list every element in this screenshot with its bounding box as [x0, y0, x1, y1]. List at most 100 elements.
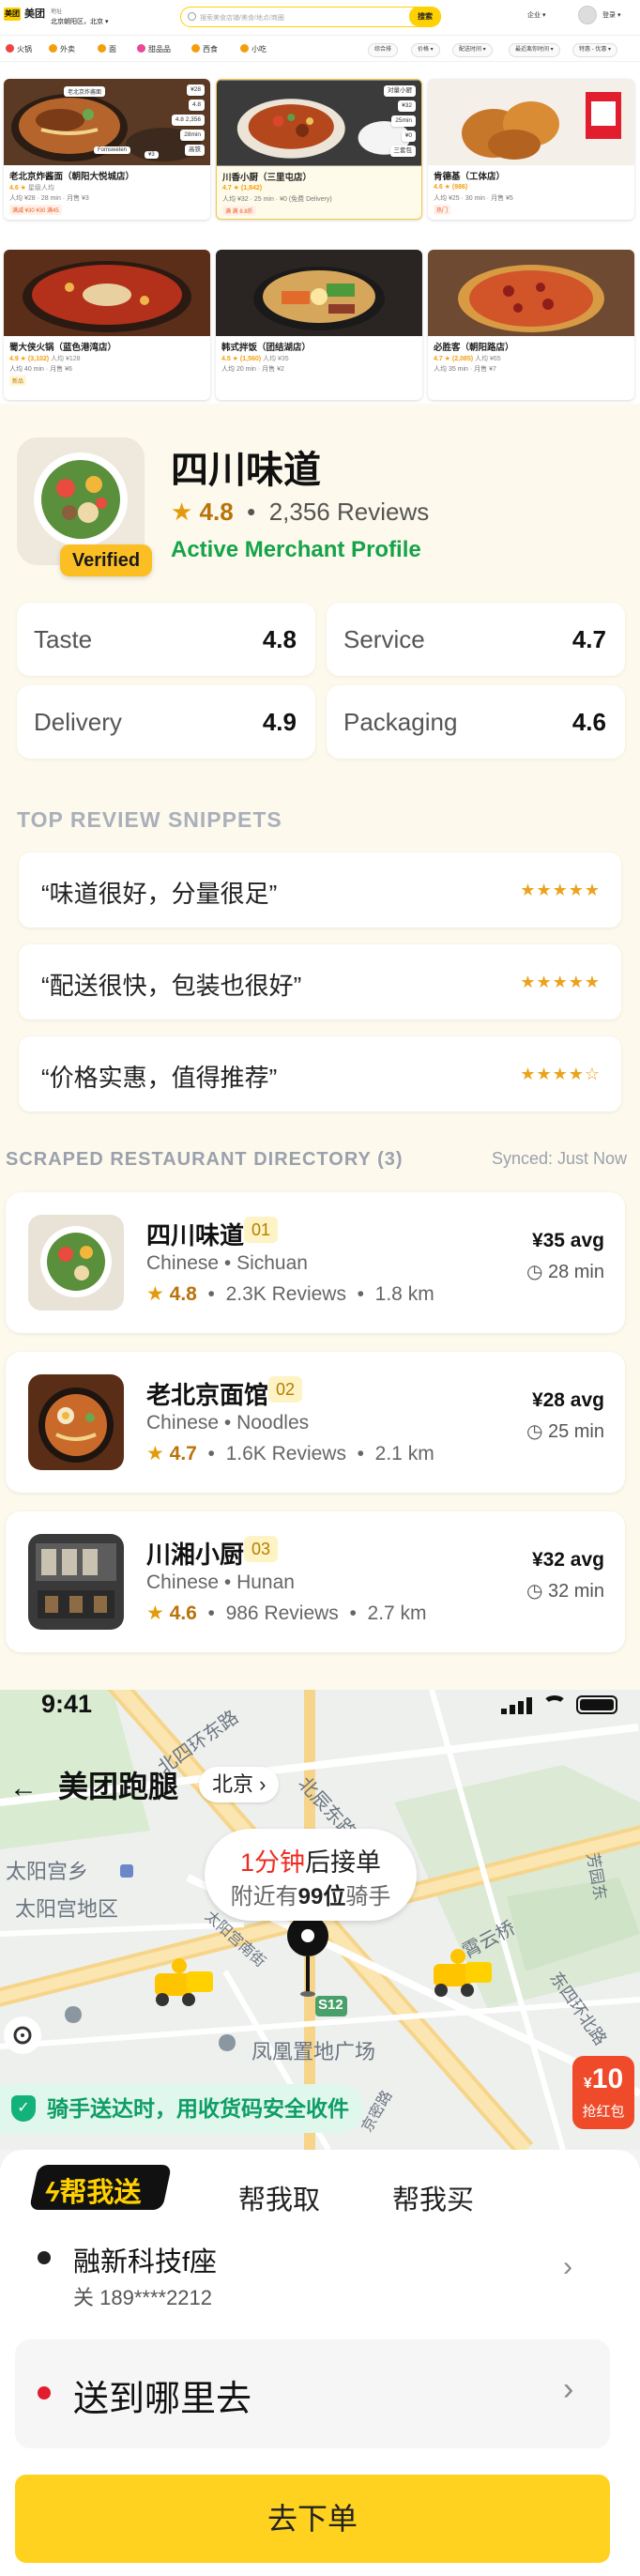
- map-place-label: 太阳宫乡: [6, 1860, 89, 1883]
- stat-taste: Taste 4.8: [17, 603, 315, 676]
- search-icon: [188, 12, 196, 21]
- destination-dot-icon: [38, 2386, 51, 2400]
- clock-icon: ◷: [526, 1262, 543, 1282]
- shield-check-icon: ✓: [11, 2095, 36, 2122]
- delivery-time: ◷ 28 min: [526, 1262, 604, 1282]
- filter-price[interactable]: 价格 ▾: [411, 43, 440, 57]
- errand-app-screen: 9:41 ← 美团跑腿 北京 › 北四环东路 北辰东路 太阳宫乡 太阳宫地区 芳…: [0, 1690, 640, 2576]
- category-noodles[interactable]: 面: [98, 44, 116, 54]
- clock-icon: ◷: [526, 1581, 543, 1602]
- tab-help-send[interactable]: ϟ帮我送: [45, 2170, 141, 2210]
- time-chip: 25min: [391, 115, 416, 127]
- filter-delivery-time[interactable]: 配送时间 ▾: [452, 43, 493, 57]
- restaurant-category: Chinese • Noodles: [146, 1412, 310, 1434]
- filter-deals[interactable]: 特惠 - 优惠 ▾: [572, 43, 618, 57]
- category-dessert[interactable]: 甜品品: [137, 44, 171, 54]
- search-input[interactable]: 搜索美食店铺/美食/地点/商圈: [200, 13, 284, 23]
- card-name: 蜀大侠火锅（蓝色港湾店）: [9, 343, 117, 353]
- restaurant-category: Chinese • Sichuan: [146, 1252, 308, 1274]
- restaurant-card[interactable]: 必胜客（朝阳路店） 4.7 ★ (2,085) 人均 ¥65 人均 35 min…: [428, 250, 634, 400]
- sender-dot-icon: [38, 2251, 51, 2264]
- filter-nearest[interactable]: 最近离你时间 ▾: [509, 43, 560, 57]
- category-takeout[interactable]: 外卖: [49, 44, 75, 54]
- restaurant-card[interactable]: 肯德基（工体店） 4.6 ★ (986) 人均 ¥25 · 30 min · 月…: [428, 79, 634, 220]
- city-selector[interactable]: 北京 ›: [199, 1767, 280, 1802]
- card-rating: 4.7 ★ (1,842): [222, 185, 263, 192]
- restaurant-thumbnail: [28, 1374, 124, 1470]
- rider-eta-bubble: 1分钟后接单 附近有99位骑手: [205, 1829, 417, 1921]
- directory-row[interactable]: 四川味道 01 Chinese • Sichuan ★ 4.8 • 2.3K R…: [6, 1192, 625, 1333]
- western-food-icon: [191, 44, 200, 53]
- category-hotpot[interactable]: 火锅: [6, 44, 32, 54]
- restaurant-thumbnail: [28, 1534, 124, 1630]
- destination-prompt: 送到哪里去: [73, 2380, 252, 2419]
- search-bar[interactable]: 搜索美食店铺/美食/地点/商圈 搜索: [180, 7, 441, 27]
- card-deal-tag: 满 满 8.8折: [222, 206, 256, 216]
- directory-row[interactable]: 老北京面馆 02 Chinese • Noodles ★ 4.7 • 1.6K …: [6, 1352, 625, 1493]
- avatar[interactable]: [578, 6, 597, 24]
- battery-icon: [576, 1695, 617, 1714]
- restaurant-card[interactable]: 老北京炸酱面 Fomsweten ¥3 ¥28 4.8 4.8 2,356 28…: [4, 79, 210, 220]
- fried-chicken-photo: [428, 79, 634, 165]
- sender-contact: 关 189****2212: [73, 2286, 213, 2309]
- card-info: 人均 ¥28 · 28 min · 月售 ¥3: [9, 195, 89, 202]
- locate-me-button[interactable]: [4, 2016, 41, 2054]
- stat-delivery: Delivery 4.9: [17, 685, 315, 759]
- review-snippet[interactable]: “价格实惠，值得推荐” ★★★★☆: [19, 1036, 621, 1112]
- card-info: 人均 40 min · 月售 ¥6: [9, 366, 72, 373]
- verified-badge: Verified: [60, 544, 152, 576]
- map-place-label: 凤凰置地广场: [251, 2040, 376, 2063]
- red-packet-badge[interactable]: ¥10 抢红包: [572, 2056, 634, 2129]
- card-popup-label: 老北京炸酱面: [64, 86, 106, 97]
- avg-price: ¥28 avg: [531, 1389, 604, 1411]
- enterprise-link[interactable]: 企业 ▾: [527, 10, 545, 20]
- place-order-button[interactable]: 去下单: [15, 2475, 610, 2563]
- card-info: 人均 35 min · 月售 ¥7: [434, 366, 496, 373]
- chevron-right-icon: ›: [563, 2371, 574, 2407]
- restaurant-card[interactable]: 韩式拌饭（团结湖店） 4.5 ★ (1,560) 人均 ¥35 人均 20 mi…: [216, 250, 422, 400]
- card-name: 必胜客（朝阳路店）: [434, 343, 514, 353]
- star-icon: ★: [146, 1602, 164, 1624]
- signal-icon: [501, 1697, 535, 1714]
- destination-row[interactable]: 送到哪里去 ›: [15, 2339, 610, 2448]
- merchant-profile-status[interactable]: Active Merchant Profile: [171, 537, 421, 563]
- tag-chip: 高铁: [185, 145, 205, 156]
- restaurant-name: 川湘小厨: [146, 1541, 245, 1569]
- card-deal-tag: 新品: [9, 376, 27, 386]
- snacks-icon: [240, 44, 249, 53]
- category-snacks[interactable]: 小吃: [240, 44, 267, 54]
- tab-help-pickup[interactable]: 帮我取: [238, 2178, 320, 2217]
- card-rating: 4.5 ★ (1,560) 人均 ¥35: [221, 356, 289, 362]
- sender-address-row[interactable]: 融新科技f座 关 189****2212 ›: [0, 2232, 640, 2326]
- price-chip: ¥32: [398, 100, 416, 112]
- category-western[interactable]: 西食: [191, 44, 218, 54]
- restaurant-name: 四川味道: [146, 1221, 245, 1250]
- merchant-name: 四川味道: [171, 449, 321, 492]
- card-rating: 4.6 ★ 星级人均: [9, 185, 54, 192]
- restaurant-card[interactable]: 对量小厨 ¥32 25min ¥0 三套包 川香小厨（三里屯店） 4.7 ★ (…: [216, 79, 422, 220]
- card-info: 人均 ¥25 · 30 min · 月售 ¥5: [434, 195, 513, 202]
- chevron-right-icon: ›: [563, 2251, 572, 2282]
- noodles-icon: [98, 44, 106, 53]
- hotpot-photo: [4, 250, 210, 336]
- directory-row[interactable]: 川湘小厨 03 Chinese • Hunan ★ 4.6 • 986 Revi…: [6, 1511, 625, 1652]
- login-link[interactable]: 登录 ▾: [602, 10, 620, 20]
- delivery-time: ◷ 32 min: [526, 1581, 604, 1602]
- meituan-logo[interactable]: 美团: [4, 8, 21, 21]
- review-snippet[interactable]: “配送很快，包装也很好” ★★★★★: [19, 944, 621, 1020]
- tab-help-buy[interactable]: 帮我买: [392, 2178, 474, 2217]
- search-button[interactable]: 搜索: [409, 7, 441, 26]
- restaurant-card[interactable]: 蜀大侠火锅（蓝色港湾店） 4.9 ★ (3,102) 人均 ¥128 人均 40…: [4, 250, 210, 400]
- card-popup-label: Fomsweten: [94, 146, 131, 154]
- safety-banner[interactable]: ✓ 骑手送达时，用收货码安全收件: [0, 2084, 364, 2133]
- star-icon: ★: [146, 1283, 164, 1305]
- restaurant-thumbnail: [28, 1215, 124, 1311]
- star-icon: ★: [146, 1443, 164, 1464]
- fee-chip: ¥0: [401, 130, 416, 142]
- map-view[interactable]: 9:41 ← 美团跑腿 北京 › 北四环东路 北辰东路 太阳宫乡 太阳宫地区 芳…: [0, 1690, 640, 2150]
- back-arrow-icon[interactable]: ←: [9, 1772, 38, 1804]
- card-popup-label: ¥3: [145, 151, 159, 159]
- filter-sort[interactable]: 综合排: [368, 43, 399, 57]
- location-selector[interactable]: 北京朝阳区，北京 ▾: [51, 17, 108, 26]
- review-snippet[interactable]: “味道很好，分量很足” ★★★★★: [19, 852, 621, 928]
